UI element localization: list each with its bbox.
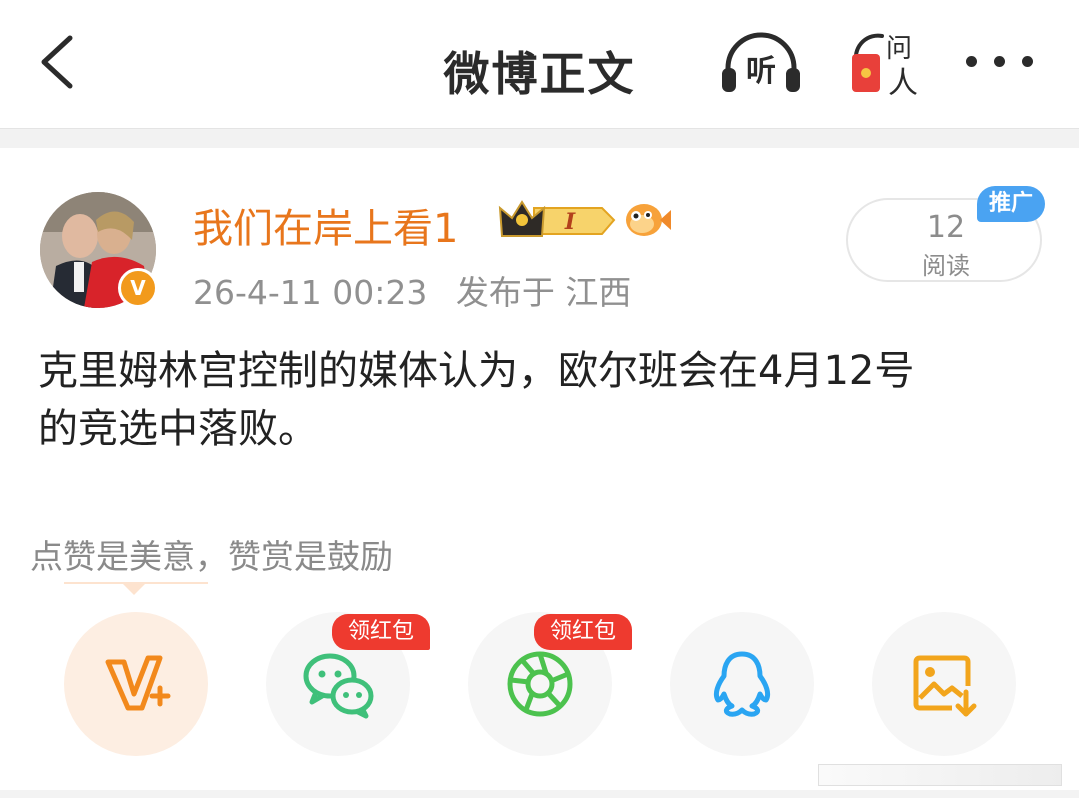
ask-button[interactable]: 问 人 — [848, 28, 920, 101]
verified-badge: V — [118, 268, 158, 308]
post-timestamp: 26-4-11 00:23 — [193, 273, 428, 312]
qq-icon — [713, 651, 771, 717]
post-body-line: 的竞选中落败。 — [38, 406, 318, 452]
reward-hint-pointer — [122, 583, 146, 595]
moments-icon — [507, 651, 573, 717]
hongbao-tag-wechat: 领红包 — [332, 614, 430, 650]
red-envelope-icon — [852, 54, 880, 92]
hongbao-tag-moments: 领红包 — [534, 614, 632, 650]
bottom-edge — [0, 790, 1079, 798]
username[interactable]: 我们在岸上看1 — [193, 196, 458, 254]
more-options-button[interactable] — [960, 42, 1040, 82]
vip-level-text: I — [564, 209, 576, 235]
vip-level-badge[interactable]: I — [498, 198, 616, 242]
crown-icon: I — [498, 200, 616, 237]
wechat-icon — [303, 653, 374, 719]
post-body-line: 克里姆林宫控制的媒体认为，欧尔班会在4月12号 — [38, 348, 915, 394]
fish-level-icon — [624, 200, 672, 240]
reward-v-plus-icon — [105, 655, 171, 711]
home-indicator — [818, 764, 1062, 786]
save-image-icon — [913, 655, 977, 717]
more-dot-icon — [994, 56, 1005, 67]
section-divider — [0, 128, 1079, 148]
save-image-button[interactable] — [872, 612, 1016, 756]
post-location: 发布于 江西 — [455, 273, 632, 312]
more-dot-icon — [966, 56, 977, 67]
top-nav-bar: 微博正文 听 问 人 — [0, 0, 1079, 128]
ask-label-bottom: 人 — [888, 66, 918, 101]
post-body: 克里姆林宫控制的媒体认为，欧尔班会在4月12号 的竞选中落败。 — [38, 342, 1038, 458]
reward-button[interactable] — [64, 612, 208, 756]
listen-button[interactable]: 听 — [718, 30, 804, 96]
share-qq-button[interactable] — [670, 612, 814, 756]
promote-badge[interactable]: 推广 — [977, 186, 1045, 222]
read-label: 阅读 — [922, 252, 970, 280]
listen-label: 听 — [746, 54, 776, 89]
reward-hint: 点赞是美意，赞赏是鼓励 — [30, 537, 393, 576]
more-dot-icon — [1022, 56, 1033, 67]
post-meta: 26-4-11 00:23 发布于 江西 — [193, 266, 649, 314]
